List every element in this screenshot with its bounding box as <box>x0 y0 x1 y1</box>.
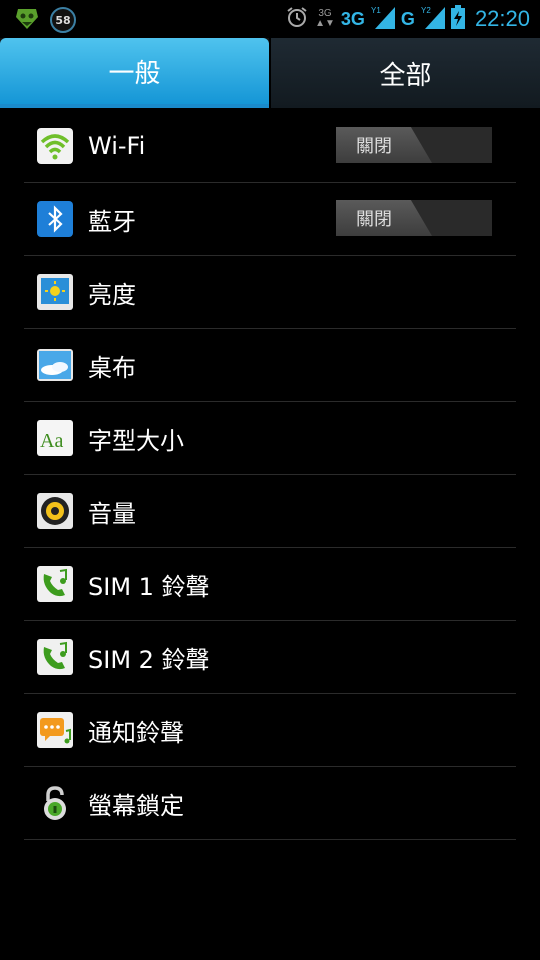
setting-screen-lock[interactable]: 螢幕鎖定 <box>24 767 516 840</box>
notification-sound-icon <box>36 711 74 749</box>
setting-brightness[interactable]: 亮度 <box>24 256 516 329</box>
tab-general[interactable]: 一般 <box>0 38 269 108</box>
speaker-icon <box>36 492 74 530</box>
setting-label: 螢幕鎖定 <box>88 791 184 820</box>
setting-label: Wi-Fi <box>88 132 146 160</box>
settings-list: Wi-Fi 關閉 藍牙 關閉 亮度 桌布 Aa 字型大小 音量 SIM 1 鈴聲… <box>24 110 516 840</box>
settings-tabs: 一般 全部 <box>0 38 540 108</box>
network-type-label: 3G <box>340 8 365 29</box>
sim2-signal-icon: Y2 <box>421 5 445 33</box>
lock-icon <box>36 784 74 822</box>
setting-label: 桌布 <box>88 353 136 382</box>
wallpaper-icon <box>36 346 74 384</box>
setting-label: SIM 2 鈴聲 <box>88 645 210 674</box>
setting-label: 藍牙 <box>88 207 136 236</box>
setting-label: 通知鈴聲 <box>88 718 184 747</box>
wifi-icon <box>36 127 74 165</box>
sim1-signal-icon: Y1 <box>371 5 395 33</box>
setting-notification-sound[interactable]: 通知鈴聲 <box>24 694 516 767</box>
bluetooth-toggle[interactable]: 關閉 <box>336 200 492 236</box>
setting-wallpaper[interactable]: 桌布 <box>24 329 516 402</box>
setting-sim1-ringtone[interactable]: SIM 1 鈴聲 <box>24 548 516 621</box>
setting-label: 音量 <box>88 499 136 528</box>
bluetooth-toggle-label: 關閉 <box>336 200 432 236</box>
setting-label: 字型大小 <box>88 426 184 455</box>
setting-bluetooth[interactable]: 藍牙 關閉 <box>24 183 516 256</box>
tab-all[interactable]: 全部 <box>269 38 540 108</box>
setting-label: 亮度 <box>88 280 136 309</box>
alarm-icon <box>285 5 309 33</box>
battery-charging-icon <box>450 5 465 33</box>
tab-all-label: 全部 <box>379 60 432 91</box>
wifi-toggle-label: 關閉 <box>336 127 432 163</box>
data-activity-indicator: 3G ▲▼ <box>315 8 335 29</box>
brightness-icon <box>36 273 74 311</box>
svg-text:Y1: Y1 <box>371 6 381 15</box>
setting-label: SIM 1 鈴聲 <box>88 572 210 601</box>
status-bar: 58 3G ▲▼ 3G Y1 G Y2 22:20 <box>0 0 540 38</box>
notification-count-badge: 58 <box>50 7 76 33</box>
setting-sim2-ringtone[interactable]: SIM 2 鈴聲 <box>24 621 516 694</box>
wifi-toggle[interactable]: 關閉 <box>336 127 492 163</box>
tab-general-label: 一般 <box>108 58 161 89</box>
svg-text:Y2: Y2 <box>421 6 431 15</box>
svg-text:Aa: Aa <box>40 430 63 452</box>
network-g-label: G <box>400 8 415 29</box>
bluetooth-icon <box>36 200 74 238</box>
clock-time: 22:20 <box>474 6 530 31</box>
setting-wifi[interactable]: Wi-Fi 關閉 <box>24 110 516 183</box>
font-size-icon: Aa <box>36 419 74 457</box>
setting-volume[interactable]: 音量 <box>24 475 516 548</box>
app-notification-icon <box>14 5 40 35</box>
phone-ringtone-icon <box>36 638 74 676</box>
setting-font-size[interactable]: Aa 字型大小 <box>24 402 516 475</box>
phone-ringtone-icon <box>36 565 74 603</box>
